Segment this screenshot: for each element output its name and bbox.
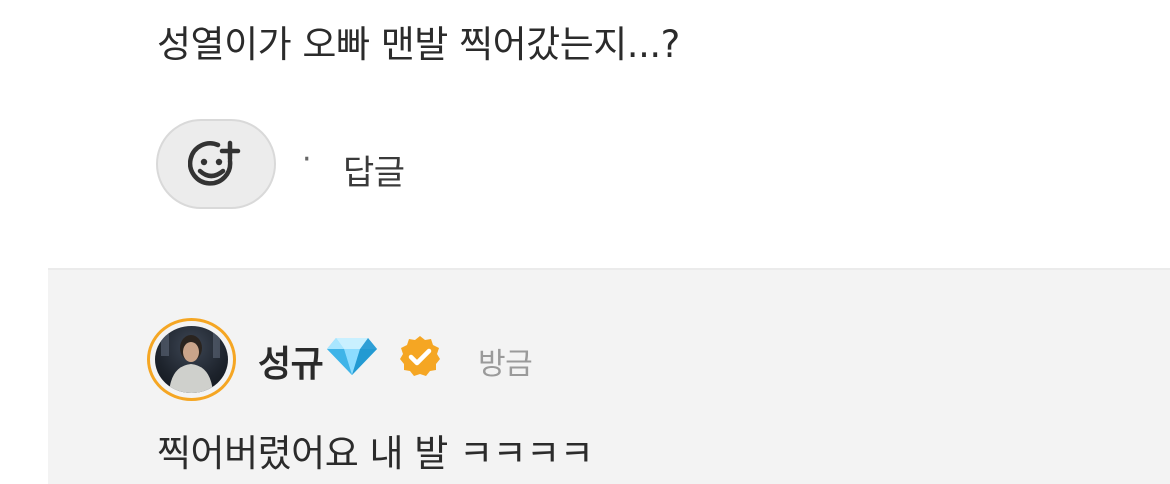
comment-thread: 성열이가 오빠 맨발 찍어갔는지...? · 답글 성규 방금 찍어버렸어요 내…	[0, 0, 1170, 484]
gem-icon	[327, 338, 377, 375]
add-reaction-smiley-icon	[188, 140, 241, 186]
avatar[interactable]	[147, 318, 236, 401]
username[interactable]: 성규	[258, 335, 324, 387]
comment-text: 성열이가 오빠 맨발 찍어갔는지...?	[157, 23, 680, 66]
separator-dot: ·	[302, 142, 312, 177]
add-reaction-button[interactable]	[156, 119, 276, 209]
comment-item: 성열이가 오빠 맨발 찍어갔는지...? · 답글	[0, 0, 1170, 270]
verified-check-icon	[400, 336, 440, 376]
avatar-photo	[155, 326, 228, 393]
reply-button[interactable]: 답글	[343, 145, 405, 194]
reply-text: 찍어버렸어요 내 발 ㅋㅋㅋㅋ	[157, 432, 594, 475]
timestamp: 방금	[478, 347, 533, 382]
